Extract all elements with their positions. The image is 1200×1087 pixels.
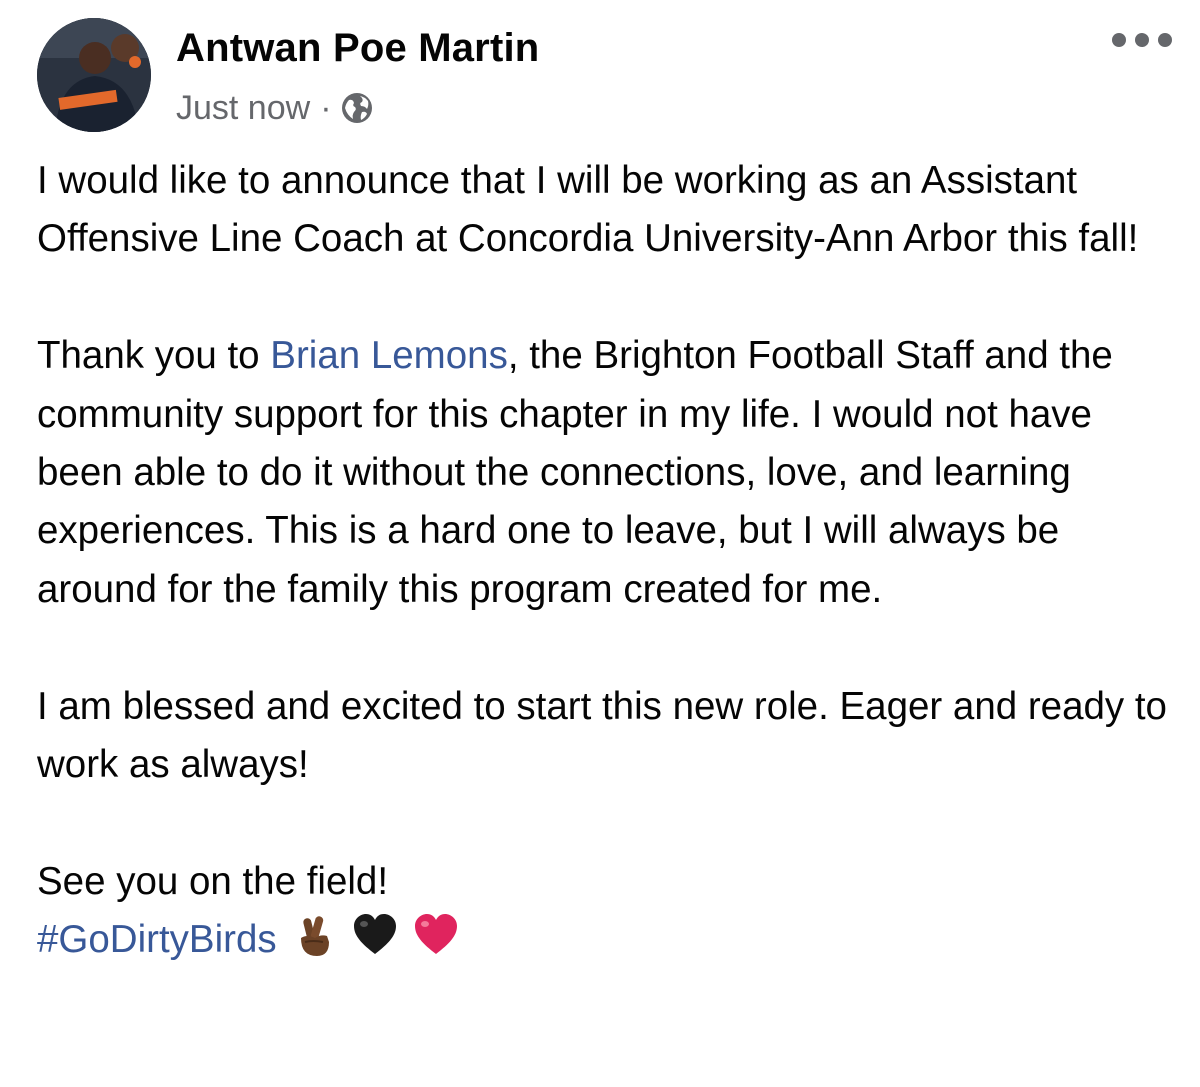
paragraph-thanks: Thank you to Brian Lemons, the Brighton … <box>37 334 1113 611</box>
paragraph-announcement: I would like to announce that I will be … <box>37 159 1139 261</box>
author-name[interactable]: Antwan Poe Martin <box>176 26 539 71</box>
facebook-post: Antwan Poe Martin Just now · I would lik… <box>0 0 1200 1087</box>
globe-icon[interactable] <box>340 91 374 125</box>
paragraph-closing: See you on the field! <box>37 859 389 903</box>
paragraph-excited: I am blessed and excited to start this n… <box>37 684 1167 787</box>
timestamp[interactable]: Just now <box>176 89 310 128</box>
hashtag-link[interactable]: #GoDirtyBirds <box>37 918 277 961</box>
mention-link[interactable]: Brian Lemons <box>270 334 508 377</box>
avatar[interactable] <box>37 18 151 132</box>
profile-photo <box>37 18 151 132</box>
more-options-icon[interactable] <box>1112 28 1172 52</box>
crossed-fingers-icon <box>291 912 337 975</box>
black-heart-icon <box>352 912 398 975</box>
separator: · <box>320 88 332 127</box>
post-body: I would like to announce that I will be … <box>37 152 1177 976</box>
post-meta: Just now · <box>176 88 374 128</box>
red-heart-icon <box>413 912 459 975</box>
hashtag-line: #GoDirtyBirds <box>37 911 1177 975</box>
